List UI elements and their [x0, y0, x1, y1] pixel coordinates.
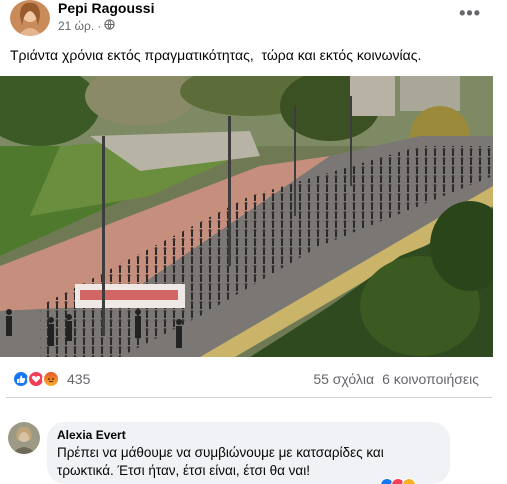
globe-icon [104, 19, 115, 33]
post-header: Pepi Ragoussi 21 ώρ. · ••• [10, 0, 497, 36]
comments-count[interactable]: 55 σχόλια [313, 371, 374, 387]
comment-bubble: Alexia Evert Πρέπει να μάθουμε να συμβιώ… [47, 422, 450, 484]
post-photo[interactable] [0, 76, 493, 357]
divider [6, 397, 492, 398]
comment-reactions[interactable] [380, 478, 416, 484]
post-time[interactable]: 21 ώρ. [58, 19, 94, 33]
post-meta: 21 ώρ. · [58, 19, 115, 33]
more-dots-icon[interactable]: ••• [459, 3, 481, 24]
comment-text-line-1: Πρέπει να μάθουμε να συμβιώνουμε με κατσ… [57, 445, 384, 460]
shares-count[interactable]: 6 κοινοποιήσεις [382, 371, 479, 387]
author-avatar[interactable] [10, 0, 50, 36]
commenter-name[interactable]: Alexia Evert [57, 428, 440, 442]
angry-icon [42, 370, 60, 388]
commenter-avatar[interactable] [8, 422, 40, 454]
post-stats: 55 σχόλια 6 κοινοποιήσεις [313, 371, 479, 387]
post-text: Τριάντα χρόνια εκτός πραγματικότητας, τώ… [10, 47, 422, 63]
author-name[interactable]: Pepi Ragoussi [58, 0, 154, 16]
reaction-count[interactable]: 435 [67, 371, 90, 387]
reactions-summary[interactable]: 435 [12, 370, 90, 388]
